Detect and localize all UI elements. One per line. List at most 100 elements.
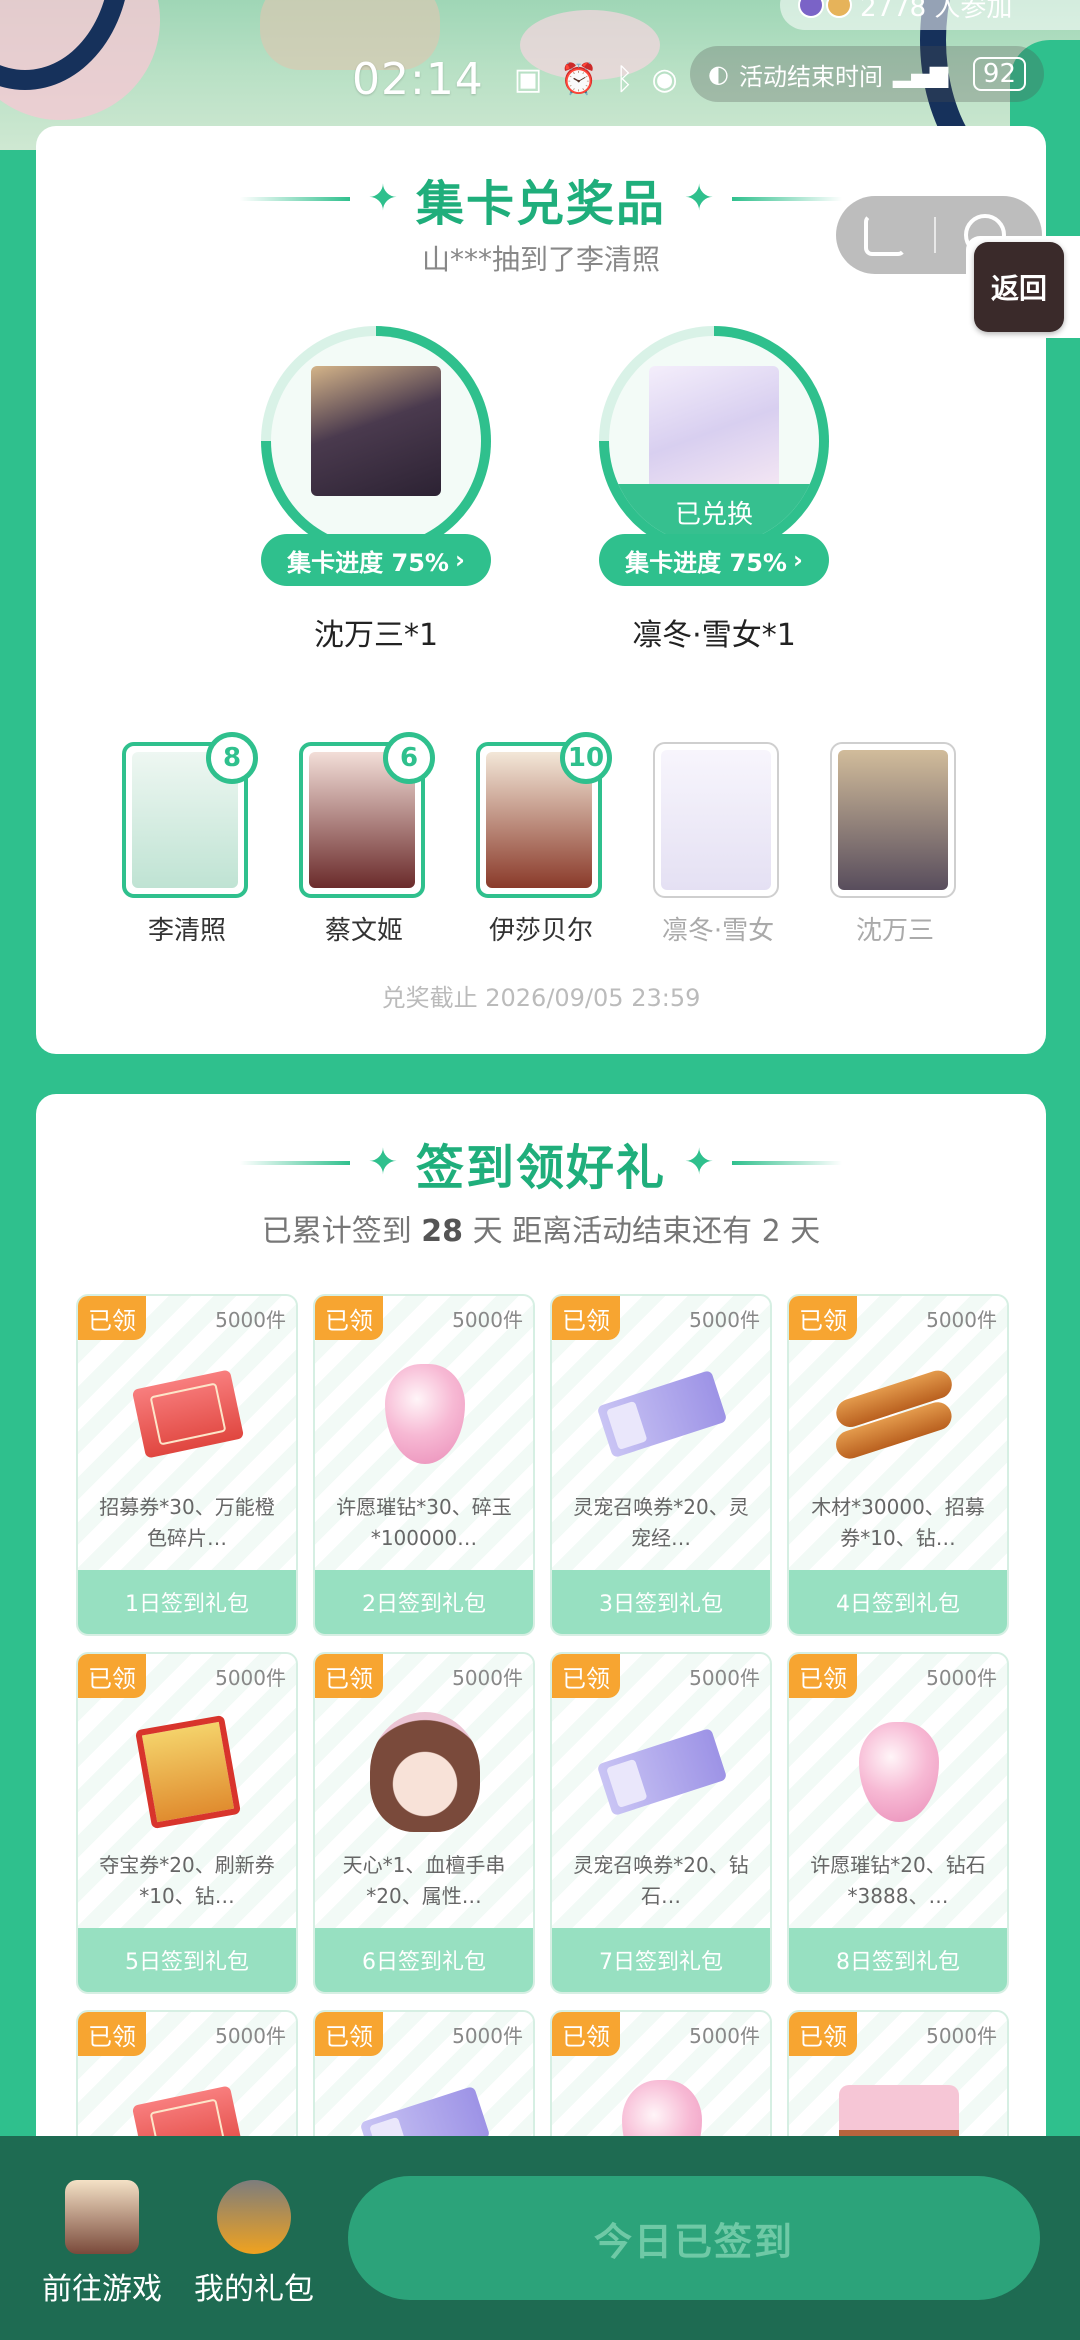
gift-card[interactable]: 已领 5000件夺宝券*20、刷新券*10、钻… 5日签到礼包 bbox=[76, 1652, 298, 1994]
gift-card[interactable]: 已领 5000件 灵宠召唤券*20、灵宠经… 3日签到礼包 bbox=[550, 1294, 772, 1636]
sparkle-icon: ✦ bbox=[367, 1142, 398, 1183]
claimed-tag: 已领 bbox=[789, 1296, 857, 1340]
progress-ring: 已兑换 bbox=[599, 326, 829, 556]
prize-name: 沈万三*1 bbox=[313, 618, 439, 653]
gift-description: 木材*30000、招募券*10、钻… bbox=[811, 1495, 985, 1550]
card-name: 沈万三 bbox=[855, 916, 934, 946]
participants-count: 2778 人参加 bbox=[860, 0, 1013, 23]
signin-title-text: 签到领好礼 bbox=[415, 1140, 666, 1196]
sparkle-icon: ✦ bbox=[367, 178, 398, 219]
pet-ticket-icon bbox=[596, 1727, 728, 1817]
nav-label: 我的礼包 bbox=[194, 2272, 314, 2307]
gift-description: 灵宠召唤券*20、灵宠经… bbox=[573, 1495, 749, 1550]
claimed-tag: 已领 bbox=[78, 1654, 146, 1698]
my-gifts-button[interactable]: 我的礼包 bbox=[184, 2180, 324, 2308]
signin-days: 28 bbox=[421, 1214, 464, 1249]
signin-summary: 已累计签到 28 天 距离活动结束还有 2 天 bbox=[36, 1206, 1046, 1250]
gift-description: 许愿璀钻*20、钻石*3888、… bbox=[810, 1853, 986, 1908]
prize-shen-wansan[interactable]: 集卡进度 75% › 沈万三*1 bbox=[261, 326, 491, 653]
wish-diamond-icon bbox=[859, 1722, 939, 1822]
gift-stock: 5000件 bbox=[452, 1308, 523, 1332]
claimed-tag: 已领 bbox=[315, 1654, 383, 1698]
card-name: 凛冬·雪女 bbox=[661, 916, 775, 946]
card-shen-wansan[interactable]: 沈万三 bbox=[830, 742, 960, 947]
prize-snow-maiden[interactable]: 已兑换 集卡进度 75% › 凛冬·雪女*1 bbox=[599, 326, 829, 653]
card-name: 李清照 bbox=[147, 916, 226, 946]
gift-description: 灵宠召唤券*20、钻石… bbox=[573, 1853, 749, 1908]
card-name: 伊莎贝尔 bbox=[488, 916, 593, 946]
gift-description: 夺宝券*20、刷新券*10、钻… bbox=[99, 1853, 275, 1908]
signin-panel: ✦ 签到领好礼 ✦ 已累计签到 28 天 距离活动结束还有 2 天 已领 5000… bbox=[36, 1094, 1046, 2244]
signin-section-title: ✦ 签到领好礼 ✦ bbox=[36, 1128, 1046, 1198]
prize-name: 凛冬·雪女*1 bbox=[632, 618, 796, 653]
game-icon bbox=[65, 2180, 139, 2254]
status-icons: ▣ ⏰ ᛒ ◉ bbox=[514, 62, 678, 97]
claimed-tag: 已领 bbox=[78, 1296, 146, 1340]
collect-progress-button[interactable]: 集卡进度 75% › bbox=[599, 534, 829, 586]
signin-prefix: 已累计签到 bbox=[261, 1214, 412, 1249]
chevron-right-icon: › bbox=[792, 546, 803, 574]
card-isabel[interactable]: 10 伊莎贝尔 bbox=[476, 732, 612, 947]
moon-icon: ◐ bbox=[708, 60, 729, 88]
sparkle-icon: ✦ bbox=[684, 178, 715, 219]
card-name: 蔡文姬 bbox=[324, 916, 403, 946]
gift-card[interactable]: 已领 5000件许愿璀钻*30、碎玉*100000… 2日签到礼包 bbox=[313, 1294, 535, 1636]
claimed-tag: 已领 bbox=[552, 1296, 620, 1340]
card-li-qingzhao[interactable]: 8 李清照 bbox=[122, 732, 258, 947]
checked-in-today-button[interactable]: 今日已签到 bbox=[348, 2176, 1040, 2300]
treasure-ticket-icon bbox=[135, 1714, 241, 1830]
status-right-pill: ◐ 活动结束时间 ▂▄▆ 92 bbox=[690, 46, 1044, 102]
gift-card[interactable]: 已领 5000件 木材*30000、招募券*10、钻… 4日签到礼包 bbox=[787, 1294, 1009, 1636]
collect-progress-button[interactable]: 集卡进度 75% › bbox=[261, 534, 491, 586]
card-count-badge: 6 bbox=[383, 732, 435, 784]
claimed-tag: 已领 bbox=[78, 2012, 146, 2056]
card-cai-wenji[interactable]: 6 蔡文姬 bbox=[299, 732, 435, 947]
claimed-tag: 已领 bbox=[552, 2012, 620, 2056]
claimed-tag: 已领 bbox=[552, 1654, 620, 1698]
gift-description: 天心*1、血檀手串*20、属性… bbox=[342, 1853, 506, 1908]
gift-stock: 5000件 bbox=[215, 2024, 286, 2048]
claimed-tag: 已领 bbox=[789, 1654, 857, 1698]
collect-title-text: 集卡兑奖品 bbox=[415, 176, 666, 232]
gift-day-label: 2日签到礼包 bbox=[315, 1570, 533, 1634]
progress-label: 集卡进度 75% bbox=[625, 548, 787, 577]
progress-ring bbox=[261, 326, 491, 556]
claimed-tag: 已领 bbox=[315, 2012, 383, 2056]
gift-day-label: 5日签到礼包 bbox=[78, 1928, 296, 1992]
gift-bag-icon bbox=[217, 2180, 291, 2254]
go-to-game-button[interactable]: 前往游戏 bbox=[32, 2180, 172, 2308]
claimed-tag: 已领 bbox=[315, 1296, 383, 1340]
gift-stock: 5000件 bbox=[926, 2024, 997, 2048]
prize-portrait bbox=[649, 366, 779, 496]
location-icon: ◉ bbox=[651, 61, 678, 97]
gift-stock: 5000件 bbox=[452, 1666, 523, 1690]
gift-description: 许愿璀钻*30、碎玉*100000… bbox=[336, 1495, 512, 1550]
signal-icon: ▂▄▆ bbox=[892, 60, 949, 88]
gift-card[interactable]: 已领 5000件许愿璀钻*20、钻石*3888、… 8日签到礼包 bbox=[787, 1652, 1009, 1994]
share-icon[interactable] bbox=[864, 214, 906, 256]
bottom-bar: 前往游戏 我的礼包 今日已签到 bbox=[0, 2136, 1080, 2340]
back-button[interactable]: 返回 bbox=[974, 242, 1064, 332]
gift-card[interactable]: 已领 5000件招募券*30、万能橙色碎片… 1日签到礼包 bbox=[76, 1294, 298, 1636]
claimed-tag: 已领 bbox=[789, 2012, 857, 2056]
gift-day-label: 6日签到礼包 bbox=[315, 1928, 533, 1992]
gift-day-label: 1日签到礼包 bbox=[78, 1570, 296, 1634]
gift-description: 招募券*30、万能橙色碎片… bbox=[99, 1495, 275, 1550]
card-snow-maiden[interactable]: 凛冬·雪女 bbox=[653, 742, 783, 947]
gift-card[interactable]: 已领 5000件天心*1、血檀手串*20、属性… 6日签到礼包 bbox=[313, 1652, 535, 1994]
gift-day-label: 3日签到礼包 bbox=[552, 1570, 770, 1634]
gift-stock: 5000件 bbox=[689, 1666, 760, 1690]
gift-day-label: 8日签到礼包 bbox=[789, 1928, 1007, 1992]
progress-label: 集卡进度 75% bbox=[287, 548, 449, 577]
gift-card[interactable]: 已领 5000件灵宠召唤券*20、钻石… 7日签到礼包 bbox=[550, 1652, 772, 1994]
gift-day-label: 4日签到礼包 bbox=[789, 1570, 1007, 1634]
participants-badge: 2778 人参加 bbox=[780, 0, 1080, 30]
gift-stock: 5000件 bbox=[215, 1666, 286, 1690]
gift-stock: 5000件 bbox=[926, 1666, 997, 1690]
chevron-right-icon: › bbox=[454, 546, 465, 574]
alarm-icon: ⏰ bbox=[560, 61, 598, 97]
gift-day-label: 7日签到礼包 bbox=[552, 1928, 770, 1992]
gift-stock: 5000件 bbox=[215, 1308, 286, 1332]
signin-suffix: 天 距离活动结束还有 2 天 bbox=[472, 1214, 821, 1249]
gift-stock: 5000件 bbox=[689, 2024, 760, 2048]
